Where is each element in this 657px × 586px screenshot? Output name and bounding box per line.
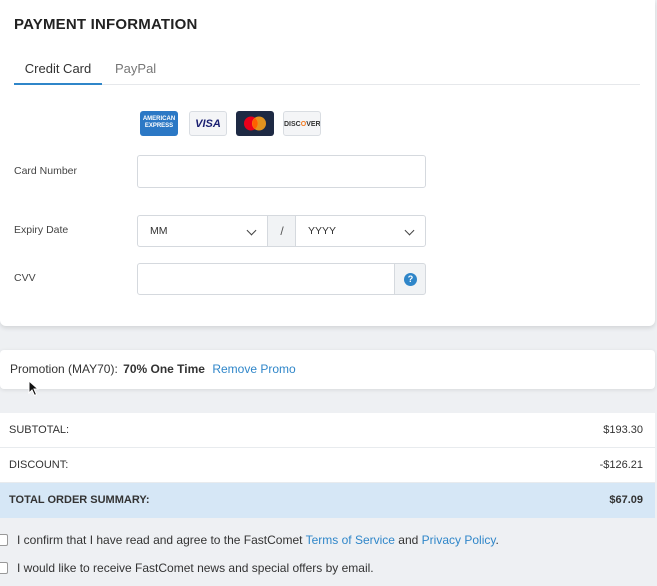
terms-of-service-link[interactable]: Terms of Service [306, 533, 395, 547]
mouse-cursor-icon [28, 380, 39, 397]
tab-paypal[interactable]: PayPal [115, 52, 156, 85]
payment-title: PAYMENT INFORMATION [14, 16, 198, 33]
terms-text: I confirm that I have read and agree to … [17, 533, 499, 547]
expiry-year-value: YYYY [308, 225, 337, 237]
total-label: TOTAL ORDER SUMMARY: [9, 494, 150, 506]
total-value: $67.09 [609, 494, 643, 506]
total-row: TOTAL ORDER SUMMARY: $67.09 [0, 483, 655, 518]
discount-label: DISCOUNT: [9, 459, 69, 471]
subtotal-label: SUBTOTAL: [9, 424, 70, 436]
expiry-month-value: MM [150, 225, 168, 237]
expiry-separator: / [268, 215, 296, 247]
card-number-label: Card Number [14, 165, 78, 177]
mastercard-logo-icon [236, 111, 274, 136]
order-summary: SUBTOTAL: $193.30 DISCOUNT: -$126.21 TOT… [0, 413, 655, 518]
payment-tabs: Credit Card PayPal [14, 52, 640, 85]
subtotal-value: $193.30 [603, 424, 643, 436]
newsletter-checkbox[interactable] [0, 562, 8, 574]
cvv-input[interactable] [137, 263, 395, 295]
subtotal-row: SUBTOTAL: $193.30 [0, 413, 655, 448]
amex-logo-icon: AMERICAN EXPRESS [140, 111, 178, 136]
expiry-date-label: Expiry Date [14, 224, 69, 236]
discover-logo-icon: DISCOVER [283, 111, 321, 136]
terms-prefix: I confirm that I have read and agree to … [17, 533, 306, 547]
discount-value: -$126.21 [599, 459, 643, 471]
remove-promo-link[interactable]: Remove Promo [212, 362, 295, 376]
promotion-bar: Promotion (MAY70): 70% One Time Remove P… [0, 350, 655, 389]
discount-row: DISCOUNT: -$126.21 [0, 448, 655, 483]
privacy-policy-link[interactable]: Privacy Policy [422, 533, 496, 547]
chevron-down-icon [404, 225, 415, 236]
payment-information-panel: PAYMENT INFORMATION Credit Card PayPal A… [0, 0, 655, 326]
expiry-year-select[interactable]: YYYY [295, 215, 426, 247]
tab-credit-card[interactable]: Credit Card [14, 52, 102, 85]
visa-logo-icon: VISA [189, 111, 227, 136]
promo-value: 70% One Time [123, 362, 205, 376]
expiry-month-select[interactable]: MM [137, 215, 268, 247]
chevron-down-icon [246, 225, 257, 236]
cvv-label: CVV [14, 272, 36, 284]
cvv-help-button[interactable]: ? [394, 263, 426, 295]
card-number-input[interactable] [137, 155, 426, 188]
terms-checkbox[interactable] [0, 534, 8, 546]
newsletter-text: I would like to receive FastComet news a… [17, 561, 374, 575]
terms-suffix: . [495, 533, 499, 547]
terms-and: and [394, 533, 422, 547]
promo-label: Promotion (MAY70): [10, 362, 118, 376]
question-mark-icon: ? [404, 273, 417, 286]
